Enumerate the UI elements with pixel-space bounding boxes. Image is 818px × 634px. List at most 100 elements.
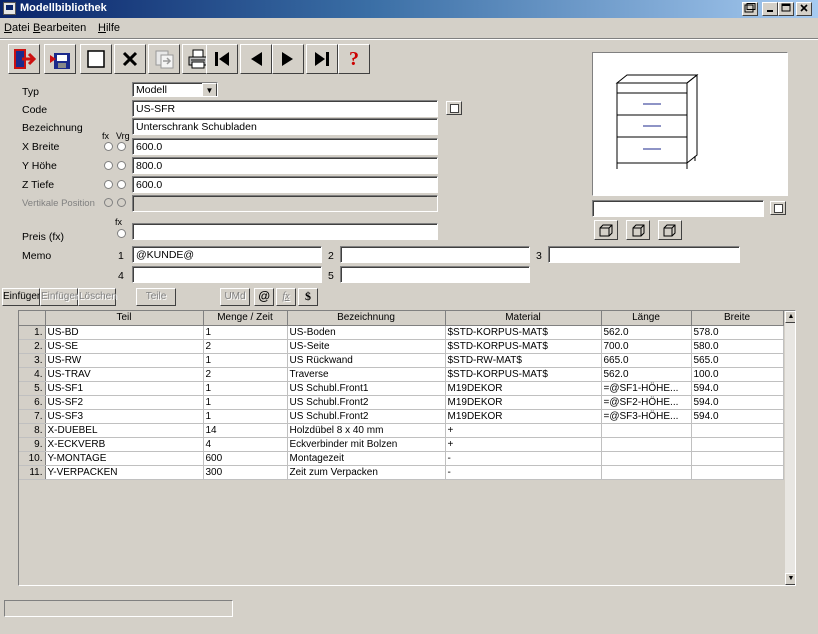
- table-cell[interactable]: Eckverbinder mit Bolzen: [287, 437, 446, 452]
- table-cell[interactable]: =@SF1-HÖHE...: [601, 381, 692, 396]
- table-cell[interactable]: 594.0: [691, 395, 784, 410]
- table-cell[interactable]: =@SF3-HÖHE...: [601, 409, 692, 424]
- table-cell[interactable]: 580.0: [691, 339, 784, 354]
- hoehe-input[interactable]: 800.0: [132, 157, 438, 174]
- column-header[interactable]: Bezeichnung: [287, 311, 446, 326]
- vertical-scrollbar[interactable]: ▲ ▼: [784, 311, 795, 585]
- exit-button[interactable]: [8, 44, 40, 74]
- scroll-up-icon[interactable]: ▲: [785, 311, 795, 323]
- table-cell[interactable]: 4: [203, 437, 288, 452]
- table-cell[interactable]: 600: [203, 451, 288, 466]
- einfuegen-2-button[interactable]: Einfügen: [40, 288, 80, 306]
- parts-table[interactable]: Teil Menge / Zeit Bezeichnung Material L…: [18, 310, 796, 586]
- table-cell[interactable]: M19DEKOR: [445, 381, 602, 396]
- tiefe-fx-radio[interactable]: [104, 180, 113, 189]
- table-cell[interactable]: M19DEKOR: [445, 395, 602, 410]
- table-cell[interactable]: 300: [203, 465, 288, 480]
- teile-button[interactable]: Teile: [136, 288, 176, 306]
- table-cell[interactable]: 100.0: [691, 367, 784, 382]
- vertikale-fx-radio[interactable]: [104, 198, 113, 207]
- memo-4-input[interactable]: [132, 266, 322, 283]
- table-cell[interactable]: 578.0: [691, 325, 784, 340]
- column-header[interactable]: Länge: [601, 311, 692, 326]
- table-cell[interactable]: 565.0: [691, 353, 784, 368]
- memo-2-input[interactable]: [340, 246, 530, 263]
- menu-hilfe[interactable]: Hilfe: [98, 22, 120, 34]
- preis-fx-radio[interactable]: [117, 229, 126, 238]
- einfuegen-button[interactable]: Einfügen: [2, 288, 42, 306]
- table-cell[interactable]: US-SF3: [45, 409, 204, 424]
- table-cell[interactable]: Traverse: [287, 367, 446, 382]
- table-cell[interactable]: US-SE: [45, 339, 204, 354]
- column-header[interactable]: Menge / Zeit: [203, 311, 288, 326]
- table-cell[interactable]: Holzdübel 8 x 40 mm: [287, 423, 446, 438]
- fx-button[interactable]: fx: [276, 288, 296, 306]
- memo-1-input[interactable]: @KUNDE@: [132, 246, 322, 263]
- table-cell[interactable]: 2: [203, 367, 288, 382]
- table-cell[interactable]: -: [445, 465, 602, 480]
- table-row[interactable]: 3. US-RW 1 US Rückwand $STD-RW-MAT$ 665.0 565.…: [19, 353, 784, 368]
- code-lookup-button[interactable]: [446, 101, 462, 115]
- loeschen-button[interactable]: Löschen: [78, 288, 117, 306]
- table-row[interactable]: 1. US-BD 1 US-Boden $STD-KORPUS-MAT$ 562.0 578…: [19, 325, 784, 340]
- dollar-button[interactable]: $: [298, 288, 318, 306]
- table-cell[interactable]: 1: [203, 353, 288, 368]
- table-cell[interactable]: 594.0: [691, 409, 784, 424]
- table-row[interactable]: 4. US-TRAV 2 Traverse $STD-KORPUS-MAT$ 562.0 1…: [19, 367, 784, 382]
- tiefe-input[interactable]: 600.0: [132, 176, 438, 193]
- view-iso-right-button[interactable]: [658, 220, 682, 240]
- table-cell[interactable]: 1: [203, 381, 288, 396]
- first-record-button[interactable]: [206, 44, 238, 74]
- table-cell[interactable]: US-RW: [45, 353, 204, 368]
- table-cell[interactable]: 14: [203, 423, 288, 438]
- title-bar[interactable]: Modellbibliothek: [0, 0, 818, 18]
- hoehe-fx-radio[interactable]: [104, 161, 113, 170]
- table-cell[interactable]: X-DUEBEL: [45, 423, 204, 438]
- last-record-button[interactable]: [306, 44, 338, 74]
- table-cell[interactable]: US Rückwand: [287, 353, 446, 368]
- table-cell[interactable]: [691, 451, 784, 466]
- table-row[interactable]: 8. X-DUEBEL 14 Holzdübel 8 x 40 mm +: [19, 423, 784, 438]
- close-icon[interactable]: [796, 2, 812, 16]
- chevron-down-icon[interactable]: ▼: [202, 83, 217, 96]
- table-cell[interactable]: Montagezeit: [287, 451, 446, 466]
- memo-5-input[interactable]: [340, 266, 530, 283]
- table-cell[interactable]: Y-MONTAGE: [45, 451, 204, 466]
- table-cell[interactable]: $STD-KORPUS-MAT$: [445, 367, 602, 382]
- table-cell[interactable]: 594.0: [691, 381, 784, 396]
- table-cell[interactable]: [691, 423, 784, 438]
- new-button[interactable]: [80, 44, 112, 74]
- preview-lookup-button[interactable]: [770, 201, 786, 215]
- table-cell[interactable]: +: [445, 437, 602, 452]
- table-cell[interactable]: US-BD: [45, 325, 204, 340]
- table-cell[interactable]: US-Seite: [287, 339, 446, 354]
- table-row[interactable]: 11. Y-VERPACKEN 300 Zeit zum Verpacken -: [19, 465, 784, 480]
- typ-select[interactable]: Modell ▼: [132, 82, 218, 97]
- table-cell[interactable]: US-SF2: [45, 395, 204, 410]
- previous-record-button[interactable]: [240, 44, 272, 74]
- table-cell[interactable]: US Schubl.Front2: [287, 409, 446, 424]
- table-row[interactable]: 2. US-SE 2 US-Seite $STD-KORPUS-MAT$ 700.0 580…: [19, 339, 784, 354]
- minimize-icon[interactable]: [762, 2, 778, 16]
- next-record-button[interactable]: [272, 44, 304, 74]
- table-cell[interactable]: [691, 465, 784, 480]
- breite-fx-radio[interactable]: [104, 142, 113, 151]
- table-cell[interactable]: [601, 423, 692, 438]
- menu-bearbeiten[interactable]: Bearbeiten: [33, 22, 86, 34]
- scroll-down-icon[interactable]: ▼: [785, 573, 795, 585]
- table-cell[interactable]: -: [445, 451, 602, 466]
- table-cell[interactable]: US-Boden: [287, 325, 446, 340]
- restore-icon[interactable]: [742, 2, 758, 16]
- umd-button[interactable]: UMd: [220, 288, 250, 306]
- table-cell[interactable]: 700.0: [601, 339, 692, 354]
- table-cell[interactable]: =@SF2-HÖHE...: [601, 395, 692, 410]
- preview-caption-input[interactable]: [592, 200, 764, 217]
- preis-input[interactable]: [132, 223, 438, 240]
- table-cell[interactable]: [601, 451, 692, 466]
- table-row[interactable]: 6. US-SF2 1 US Schubl.Front2 M19DEKOR =@SF2-H…: [19, 395, 784, 410]
- table-cell[interactable]: Y-VERPACKEN: [45, 465, 204, 480]
- table-cell[interactable]: $STD-RW-MAT$: [445, 353, 602, 368]
- table-cell[interactable]: $STD-KORPUS-MAT$: [445, 325, 602, 340]
- save-button[interactable]: [44, 44, 76, 74]
- table-cell[interactable]: [691, 437, 784, 452]
